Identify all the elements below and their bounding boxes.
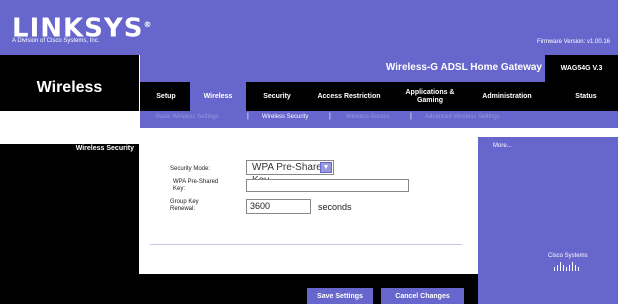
tab-applications-gaming[interactable]: Applications & Gaming xyxy=(398,82,462,111)
subtab-basic-wireless-settings[interactable]: Basic Wireless Settings xyxy=(156,114,219,120)
left-sidebar xyxy=(0,144,139,274)
subtab-separator: | xyxy=(329,113,331,120)
firmware-version: Firmware Version: v1.00.16 xyxy=(536,39,610,45)
group-key-renewal-field[interactable]: 3600 xyxy=(246,199,311,214)
group-key-renewal-label: Group Key Renewal: xyxy=(170,199,199,212)
cancel-changes-button[interactable]: Cancel Changes xyxy=(381,288,464,304)
footer-right xyxy=(478,274,618,304)
chevron-down-icon[interactable]: ▼ xyxy=(320,162,332,173)
tab-setup[interactable]: Setup xyxy=(144,82,188,111)
tab-wireless[interactable]: Wireless xyxy=(190,82,246,111)
sidebar-section-label: Wireless Security xyxy=(75,145,134,152)
subtab-separator: | xyxy=(410,113,412,120)
security-mode-label: Security Mode: xyxy=(170,166,211,172)
tab-security[interactable]: Security xyxy=(252,82,302,111)
seconds-unit-label: seconds xyxy=(318,202,352,212)
left-spacer xyxy=(0,128,139,144)
save-settings-button[interactable]: Save Settings xyxy=(307,288,373,304)
tab-status[interactable]: Status xyxy=(560,82,612,111)
help-more-link[interactable]: More... xyxy=(493,143,512,149)
subtab-wireless-security[interactable]: Wireless Security xyxy=(262,114,308,120)
tab-access-restriction[interactable]: Access Restriction xyxy=(308,82,390,111)
preshared-key-label: WPA Pre-Shared Key: xyxy=(173,179,219,192)
page-title: Wireless xyxy=(36,79,103,96)
subtab-separator: | xyxy=(247,113,249,120)
logo-tagline: A Division of Cisco Systems, Inc. xyxy=(12,38,100,44)
product-name: Wireless-G ADSL Home Gateway xyxy=(385,62,542,73)
subtab-advanced-wireless-settings[interactable]: Advanced Wireless Settings xyxy=(425,114,500,120)
tab-administration[interactable]: Administration xyxy=(472,82,542,111)
cisco-systems-logo: Cisco Systems xyxy=(548,253,588,259)
footer-left xyxy=(0,274,139,304)
cisco-bars-icon xyxy=(554,262,579,271)
preshared-key-field[interactable] xyxy=(246,179,409,192)
help-spacer xyxy=(478,128,618,137)
model-number: WAG54G V.3 xyxy=(545,55,618,82)
subtab-wireless-access[interactable]: Wireless Access xyxy=(346,114,390,120)
content-divider xyxy=(150,244,462,245)
